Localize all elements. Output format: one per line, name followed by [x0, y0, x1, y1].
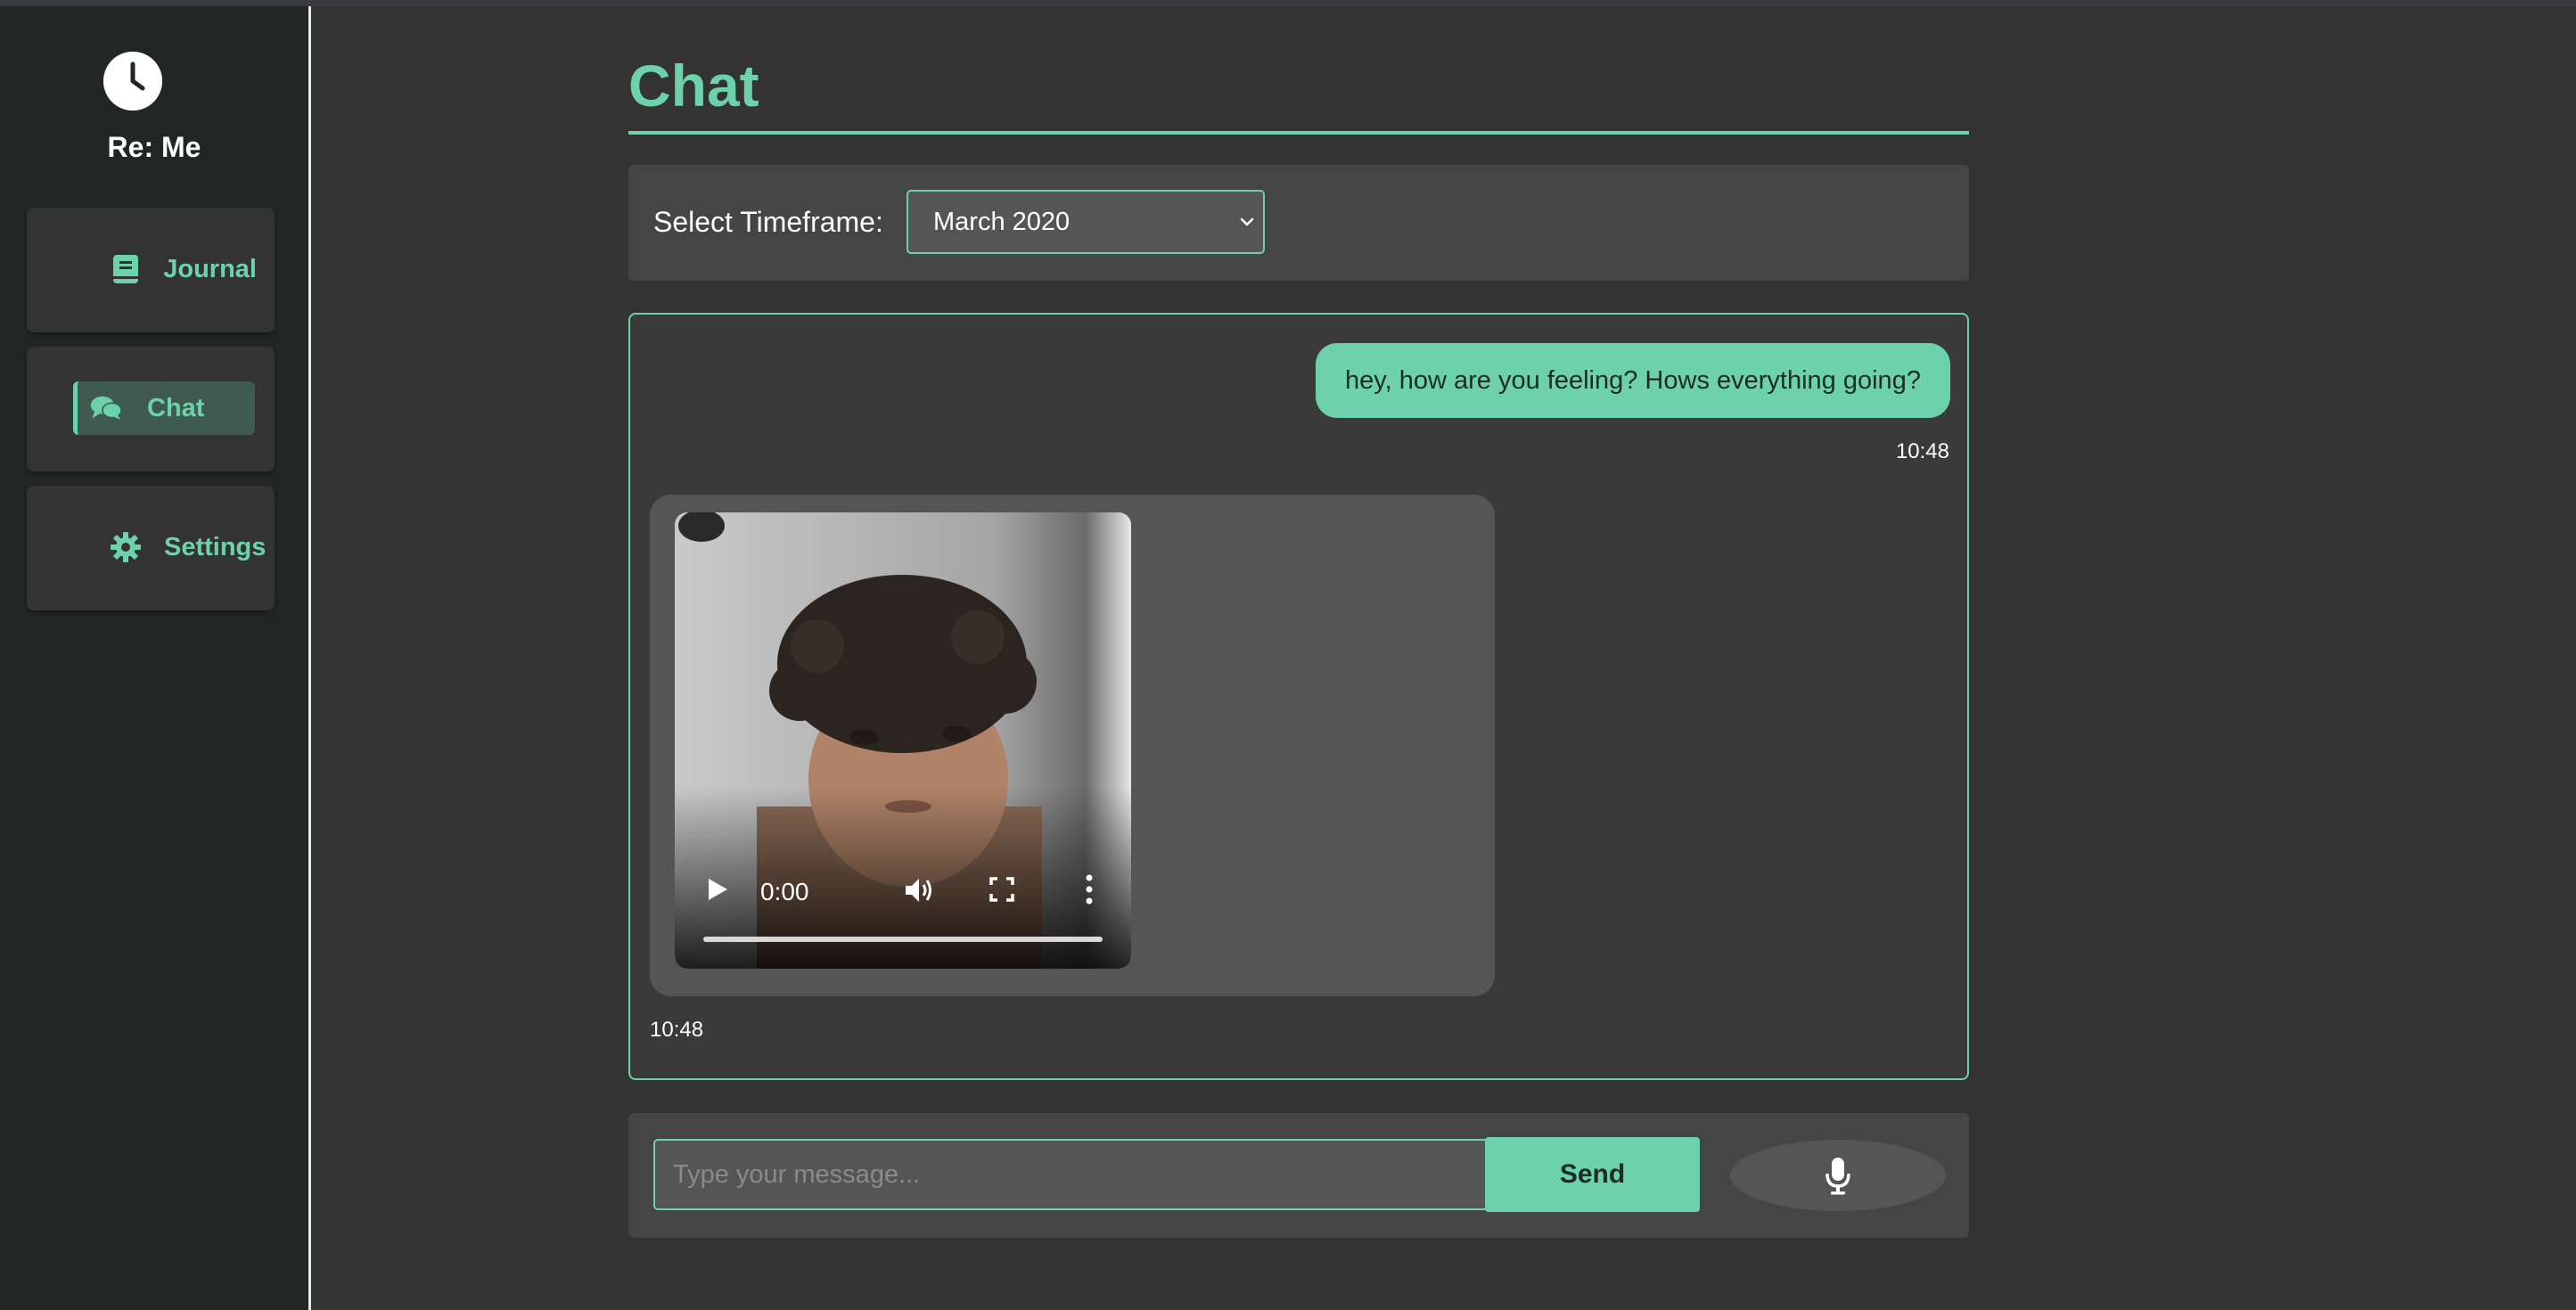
- user-message-bubble: hey, how are you feeling? Hows everythin…: [1316, 343, 1950, 418]
- gear-icon: [111, 531, 141, 563]
- book-icon: [111, 253, 140, 285]
- bot-message-bubble: 0:00: [650, 495, 1495, 996]
- fullscreen-icon[interactable]: [989, 876, 1015, 903]
- sidebar-item-chat[interactable]: Chat: [27, 347, 275, 471]
- page-title: Chat: [628, 53, 759, 119]
- sidebar-item-settings[interactable]: Settings: [27, 486, 275, 610]
- sidebar-item-label: Journal: [163, 254, 257, 283]
- send-button[interactable]: Send: [1485, 1137, 1700, 1212]
- sidebar-item-label: Chat: [147, 393, 205, 422]
- timeframe-label: Select Timeframe:: [653, 206, 883, 238]
- video-progress-bar[interactable]: [703, 937, 1103, 942]
- video-time: 0:00: [760, 878, 809, 905]
- title-divider: [628, 131, 1969, 135]
- volume-icon[interactable]: [903, 874, 935, 906]
- top-edge: [0, 0, 2576, 6]
- message-composer: Send: [628, 1113, 1969, 1238]
- microphone-icon: [1825, 1158, 1850, 1195]
- sidebar-item-label: Settings: [164, 532, 267, 561]
- sidebar: Re: Me Journal Chat Settings: [0, 6, 311, 1310]
- video-controls: 0:00: [675, 851, 1131, 969]
- video-player[interactable]: 0:00: [675, 512, 1131, 969]
- clock-icon: [103, 52, 162, 111]
- user-message-text: hey, how are you feeling? Hows everythin…: [1345, 365, 1921, 395]
- message-input[interactable]: [653, 1139, 1498, 1210]
- timeframe-select[interactable]: March 2020: [907, 190, 1265, 254]
- sidebar-item-journal-inner: Journal: [73, 242, 257, 296]
- sidebar-item-chat-inner: Chat: [73, 381, 255, 435]
- chevron-down-icon: [1240, 217, 1254, 226]
- more-options-icon[interactable]: [1085, 874, 1094, 905]
- app-name: Re: Me: [107, 131, 201, 163]
- comments-icon: [90, 392, 122, 424]
- user-message-time: 10:48: [1895, 439, 1949, 463]
- chat-messages[interactable]: hey, how are you feeling? Hows everythin…: [628, 313, 1969, 1080]
- microphone-button[interactable]: [1730, 1140, 1946, 1211]
- play-icon[interactable]: [705, 876, 730, 903]
- timeframe-panel: Select Timeframe: March 2020: [628, 165, 1969, 281]
- sidebar-item-settings-inner: Settings: [73, 520, 266, 574]
- timeframe-selected-value: March 2020: [933, 207, 1071, 236]
- bot-message-time: 10:48: [650, 1018, 704, 1042]
- sidebar-item-journal[interactable]: Journal: [27, 208, 275, 332]
